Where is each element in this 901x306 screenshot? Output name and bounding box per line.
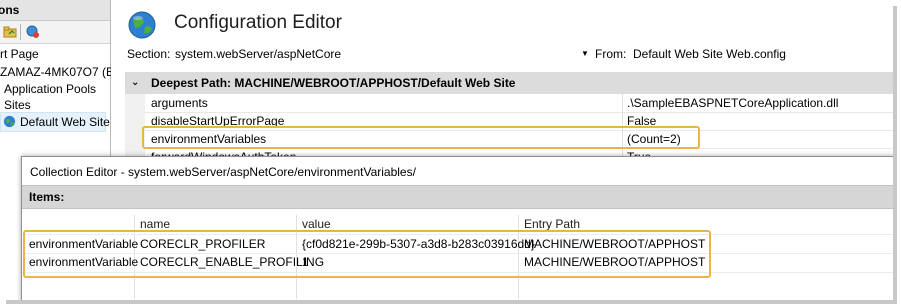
tree-item-label: Default Web Site: [20, 115, 110, 129]
items-header: Items:: [22, 185, 893, 209]
connect-icon[interactable]: [26, 25, 40, 39]
window-shadow-bottom: [6, 300, 897, 304]
tree-item-default-web-site[interactable]: Default Web Site: [0, 112, 110, 132]
environment-variables-highlight: [142, 126, 700, 149]
collection-editor-window: Collection Editor - system.webServer/asp…: [21, 156, 893, 300]
tree-item-start-page[interactable]: rt Page: [0, 45, 39, 63]
from-dropdown[interactable]: Default Web Site Web.config: [627, 44, 893, 64]
globe-icon: [3, 115, 16, 128]
collection-editor-title: Collection Editor - system.webServer/asp…: [30, 165, 416, 179]
group-label: Deepest Path: MACHINE/WEBROOT/APPHOST/De…: [151, 76, 516, 90]
toolbar-separator: [20, 24, 21, 40]
property-group-header[interactable]: ⌄ Deepest Path: MACHINE/WEBROOT/APPHOST/…: [125, 72, 893, 94]
property-name: arguments: [151, 96, 208, 110]
property-value[interactable]: .\SampleEBASPNETCoreApplication.dll: [622, 94, 838, 112]
chevron-down-icon[interactable]: ⌄: [131, 72, 139, 94]
property-row[interactable]: arguments .\SampleEBASPNETCoreApplicatio…: [125, 94, 893, 113]
dropdown-arrow-icon[interactable]: ▼: [581, 44, 589, 64]
tree-item-server[interactable]: ZAMAZ-4MK07O7 (EC: [0, 63, 123, 81]
page-title: Configuration Editor: [174, 12, 342, 33]
collection-rows-highlight: [23, 230, 711, 278]
folder-icon[interactable]: [3, 25, 17, 39]
row-gutter: [125, 94, 145, 112]
connections-toolbar: [0, 21, 110, 44]
section-label: Section:: [127, 47, 171, 61]
from-label: From:: [595, 47, 627, 61]
window-shadow-right: [893, 6, 897, 300]
window-frame: ons rt Page ZAMAZ-4MK07O7 (EC Applicatio…: [0, 0, 893, 300]
globe-icon: [128, 11, 156, 39]
connections-header: ons: [0, 0, 110, 21]
section-dropdown[interactable]: system.webServer/aspNetCore: [171, 44, 595, 64]
